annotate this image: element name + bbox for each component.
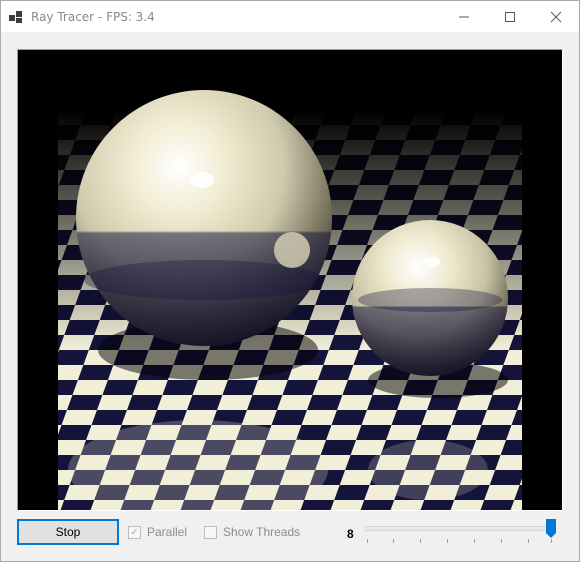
render-canvas bbox=[17, 49, 563, 511]
show-threads-checkbox[interactable]: Show Threads bbox=[204, 525, 300, 539]
slider-tick bbox=[501, 539, 502, 543]
ray-tracer-window: Ray Tracer - FPS: 3.4 Stop ✓ Parallel Sh… bbox=[0, 0, 580, 562]
slider-tick bbox=[474, 539, 475, 543]
title-bar[interactable]: Ray Tracer - FPS: 3.4 bbox=[1, 1, 579, 32]
minimize-icon bbox=[459, 16, 469, 17]
show-threads-label: Show Threads bbox=[223, 525, 301, 539]
maximize-button[interactable] bbox=[487, 1, 533, 32]
slider-tick bbox=[420, 539, 421, 543]
close-icon bbox=[550, 11, 562, 22]
window-title: Ray Tracer - FPS: 3.4 bbox=[31, 9, 155, 24]
slider-tick bbox=[447, 539, 448, 543]
thread-count-value: 8 bbox=[347, 527, 354, 541]
stop-button[interactable]: Stop bbox=[17, 519, 119, 545]
slider-tick bbox=[393, 539, 394, 543]
ray-traced-scene bbox=[18, 50, 562, 510]
parallel-checkbox[interactable]: ✓ Parallel bbox=[128, 525, 187, 539]
maximize-icon bbox=[505, 11, 515, 22]
check-icon: ✓ bbox=[128, 525, 141, 539]
slider-thumb[interactable] bbox=[546, 519, 556, 538]
parallel-label: Parallel bbox=[147, 525, 188, 539]
slider-tick bbox=[551, 539, 552, 543]
slider-tick bbox=[528, 539, 529, 543]
slider-track bbox=[365, 526, 553, 531]
slider-tick bbox=[367, 539, 368, 543]
app-icon bbox=[9, 9, 25, 25]
thread-count-slider[interactable] bbox=[365, 517, 561, 547]
close-button[interactable] bbox=[533, 1, 579, 32]
checkbox-empty-icon bbox=[204, 525, 217, 539]
minimize-button[interactable] bbox=[441, 1, 487, 32]
